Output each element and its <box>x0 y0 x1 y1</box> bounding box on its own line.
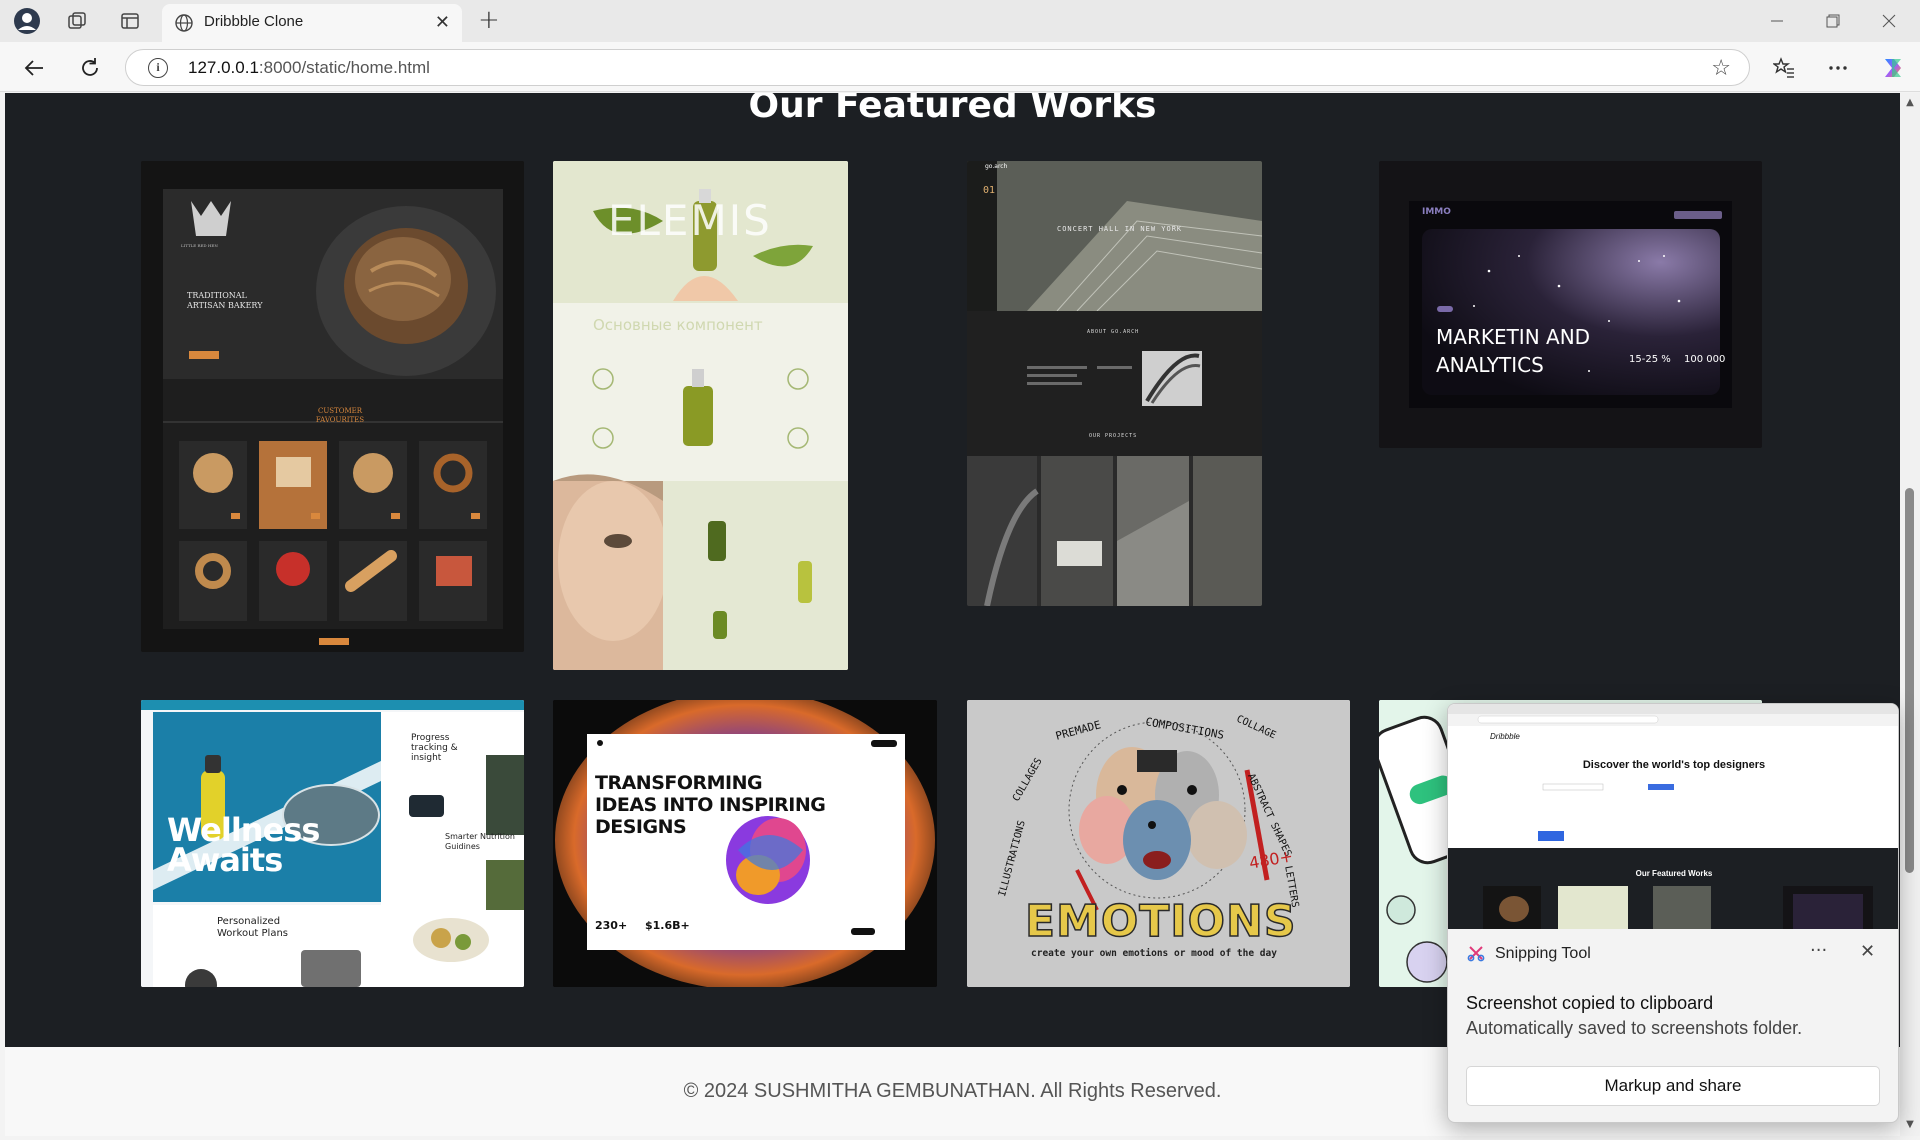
immo-brand: IMMO <box>1422 207 1451 217</box>
emotions-subtitle: create your own emotions or mood of the … <box>1031 948 1277 959</box>
page-scrollbar[interactable]: ▲ ▼ <box>1900 93 1920 1136</box>
wellness-item-nutrition: Smarter Nutrition Guidines <box>445 832 515 851</box>
goarch-number: 01 <box>983 185 996 196</box>
favorites-icon[interactable] <box>1768 52 1800 84</box>
address-bar: i 127.0.0.1:8000/static/home.html ☆ <box>0 42 1920 92</box>
immo-headline: MARKETIN AND ANALYTICS <box>1436 323 1590 379</box>
favorite-star-icon[interactable]: ☆ <box>1711 56 1731 81</box>
work-card-bakery[interactable]: TRADITIONAL ARTISAN BAKERY CUSTOMER FAVO… <box>141 161 524 652</box>
scroll-down-icon[interactable]: ▼ <box>1904 1119 1916 1131</box>
elemis-brand: ELEMIS <box>608 196 772 245</box>
scrollbar-thumb[interactable] <box>1905 488 1914 873</box>
new-tab-button[interactable]: + <box>478 5 500 35</box>
toast-close-icon[interactable]: ✕ <box>1860 941 1875 962</box>
snipping-tool-notification[interactable]: Dribbble Discover the world's top design… <box>1447 703 1899 1123</box>
markup-and-share-button[interactable]: Markup and share <box>1466 1066 1880 1106</box>
minimize-icon[interactable] <box>1757 8 1797 34</box>
goarch-logo: go.arch <box>985 163 1008 170</box>
url-field[interactable]: i 127.0.0.1:8000/static/home.html ☆ <box>125 49 1750 86</box>
transform-stat1: 230+ <box>595 919 628 932</box>
wellness-item-workout: Personalized Workout Plans <box>217 916 289 939</box>
back-arrow-icon[interactable] <box>18 52 50 84</box>
emotions-title: EMOTIONS <box>1024 895 1297 948</box>
toast-subtext: Automatically saved to screenshots folde… <box>1466 1018 1803 1038</box>
goarch-projects: OUR PROJECTS <box>1089 433 1138 439</box>
transform-headline: TRANSFORMING IDEAS INTO INSPIRING DESIGN… <box>595 772 826 838</box>
bakery-logo: LITTLE RED HEN <box>181 243 218 248</box>
workspaces-icon[interactable] <box>62 6 92 36</box>
preview-featured: Our Featured Works <box>1635 869 1713 878</box>
toast-app-name: Snipping Tool <box>1495 945 1591 962</box>
refresh-icon[interactable] <box>74 52 106 84</box>
featured-title: Our Featured Works <box>748 93 1157 126</box>
goarch-hero: CONCERT HALL IN NEW YORK <box>1057 225 1183 233</box>
url-path: :8000/static/home.html <box>258 58 430 77</box>
close-window-icon[interactable] <box>1869 8 1909 34</box>
transform-stat2: $1.6B+ <box>645 919 690 932</box>
url-host: 127.0.0.1 <box>188 58 259 77</box>
restore-icon[interactable] <box>1813 8 1853 34</box>
close-tab-icon[interactable]: ✕ <box>435 12 450 33</box>
work-card-immo[interactable]: IMMO MARKETIN AND ANALYTICS 15-25 % 100 … <box>1379 161 1762 448</box>
elemis-tagline: Основные компонент <box>593 316 763 334</box>
profile-icon[interactable] <box>12 6 42 36</box>
tab-bar: Dribbble Clone ✕ + <box>0 0 1920 42</box>
scroll-up-icon[interactable]: ▲ <box>1904 97 1916 109</box>
wellness-headline-line2: Awaits <box>167 841 283 879</box>
immo-stat2: 100 000 <box>1684 354 1726 365</box>
preview-title: Discover the world's top designers <box>1582 759 1766 771</box>
toast-heading: Screenshot copied to clipboard <box>1466 993 1714 1013</box>
immo-headline-line1: MARKETIN AND <box>1436 325 1591 349</box>
snipping-tool-icon <box>1467 944 1485 966</box>
work-card-elemis[interactable]: ELEMIS Основные компонент <box>553 161 848 670</box>
transform-headline-line3: DESIGNS <box>595 816 687 838</box>
preview-logo: Dribbble <box>1490 732 1520 741</box>
bakery-section: CUSTOMER FAVOURITES <box>315 407 365 424</box>
vertical-tabs-icon[interactable] <box>115 6 145 36</box>
work-card-wellness[interactable]: Wellness Awaits Progress tracking & insi… <box>141 700 524 987</box>
wellness-headline: Wellness Awaits <box>167 814 320 879</box>
tab-dribbble-clone[interactable]: Dribbble Clone ✕ <box>162 4 462 42</box>
immo-headline-line2: ANALYTICS <box>1436 353 1544 377</box>
tab-title: Dribbble Clone <box>204 13 304 30</box>
transform-headline-line1: TRANSFORMING <box>595 772 763 794</box>
copilot-icon[interactable] <box>1877 52 1909 84</box>
immo-stat1: 15-25 % <box>1629 354 1671 365</box>
work-card-transforming[interactable]: TRANSFORMING IDEAS INTO INSPIRING DESIGN… <box>553 700 937 987</box>
work-card-goarch[interactable]: go.arch 01 CONCERT HALL IN NEW YORK ABOU… <box>967 161 1262 606</box>
goarch-about: ABOUT GO.ARCH <box>1087 329 1140 335</box>
more-menu-icon[interactable] <box>1822 52 1854 84</box>
bakery-heading: TRADITIONAL ARTISAN BAKERY <box>187 291 263 310</box>
screenshot-preview[interactable]: Dribbble Discover the world's top design… <box>1448 704 1898 929</box>
wellness-item-progress: Progress tracking & insight <box>411 733 458 763</box>
toast-more-icon[interactable]: ··· <box>1810 940 1827 961</box>
globe-icon <box>174 13 194 37</box>
site-info-icon[interactable]: i <box>148 58 168 78</box>
work-card-emotions[interactable]: EMOTIONS create your own emotions or moo… <box>967 700 1350 987</box>
transform-headline-line2: IDEAS INTO INSPIRING <box>595 794 826 816</box>
